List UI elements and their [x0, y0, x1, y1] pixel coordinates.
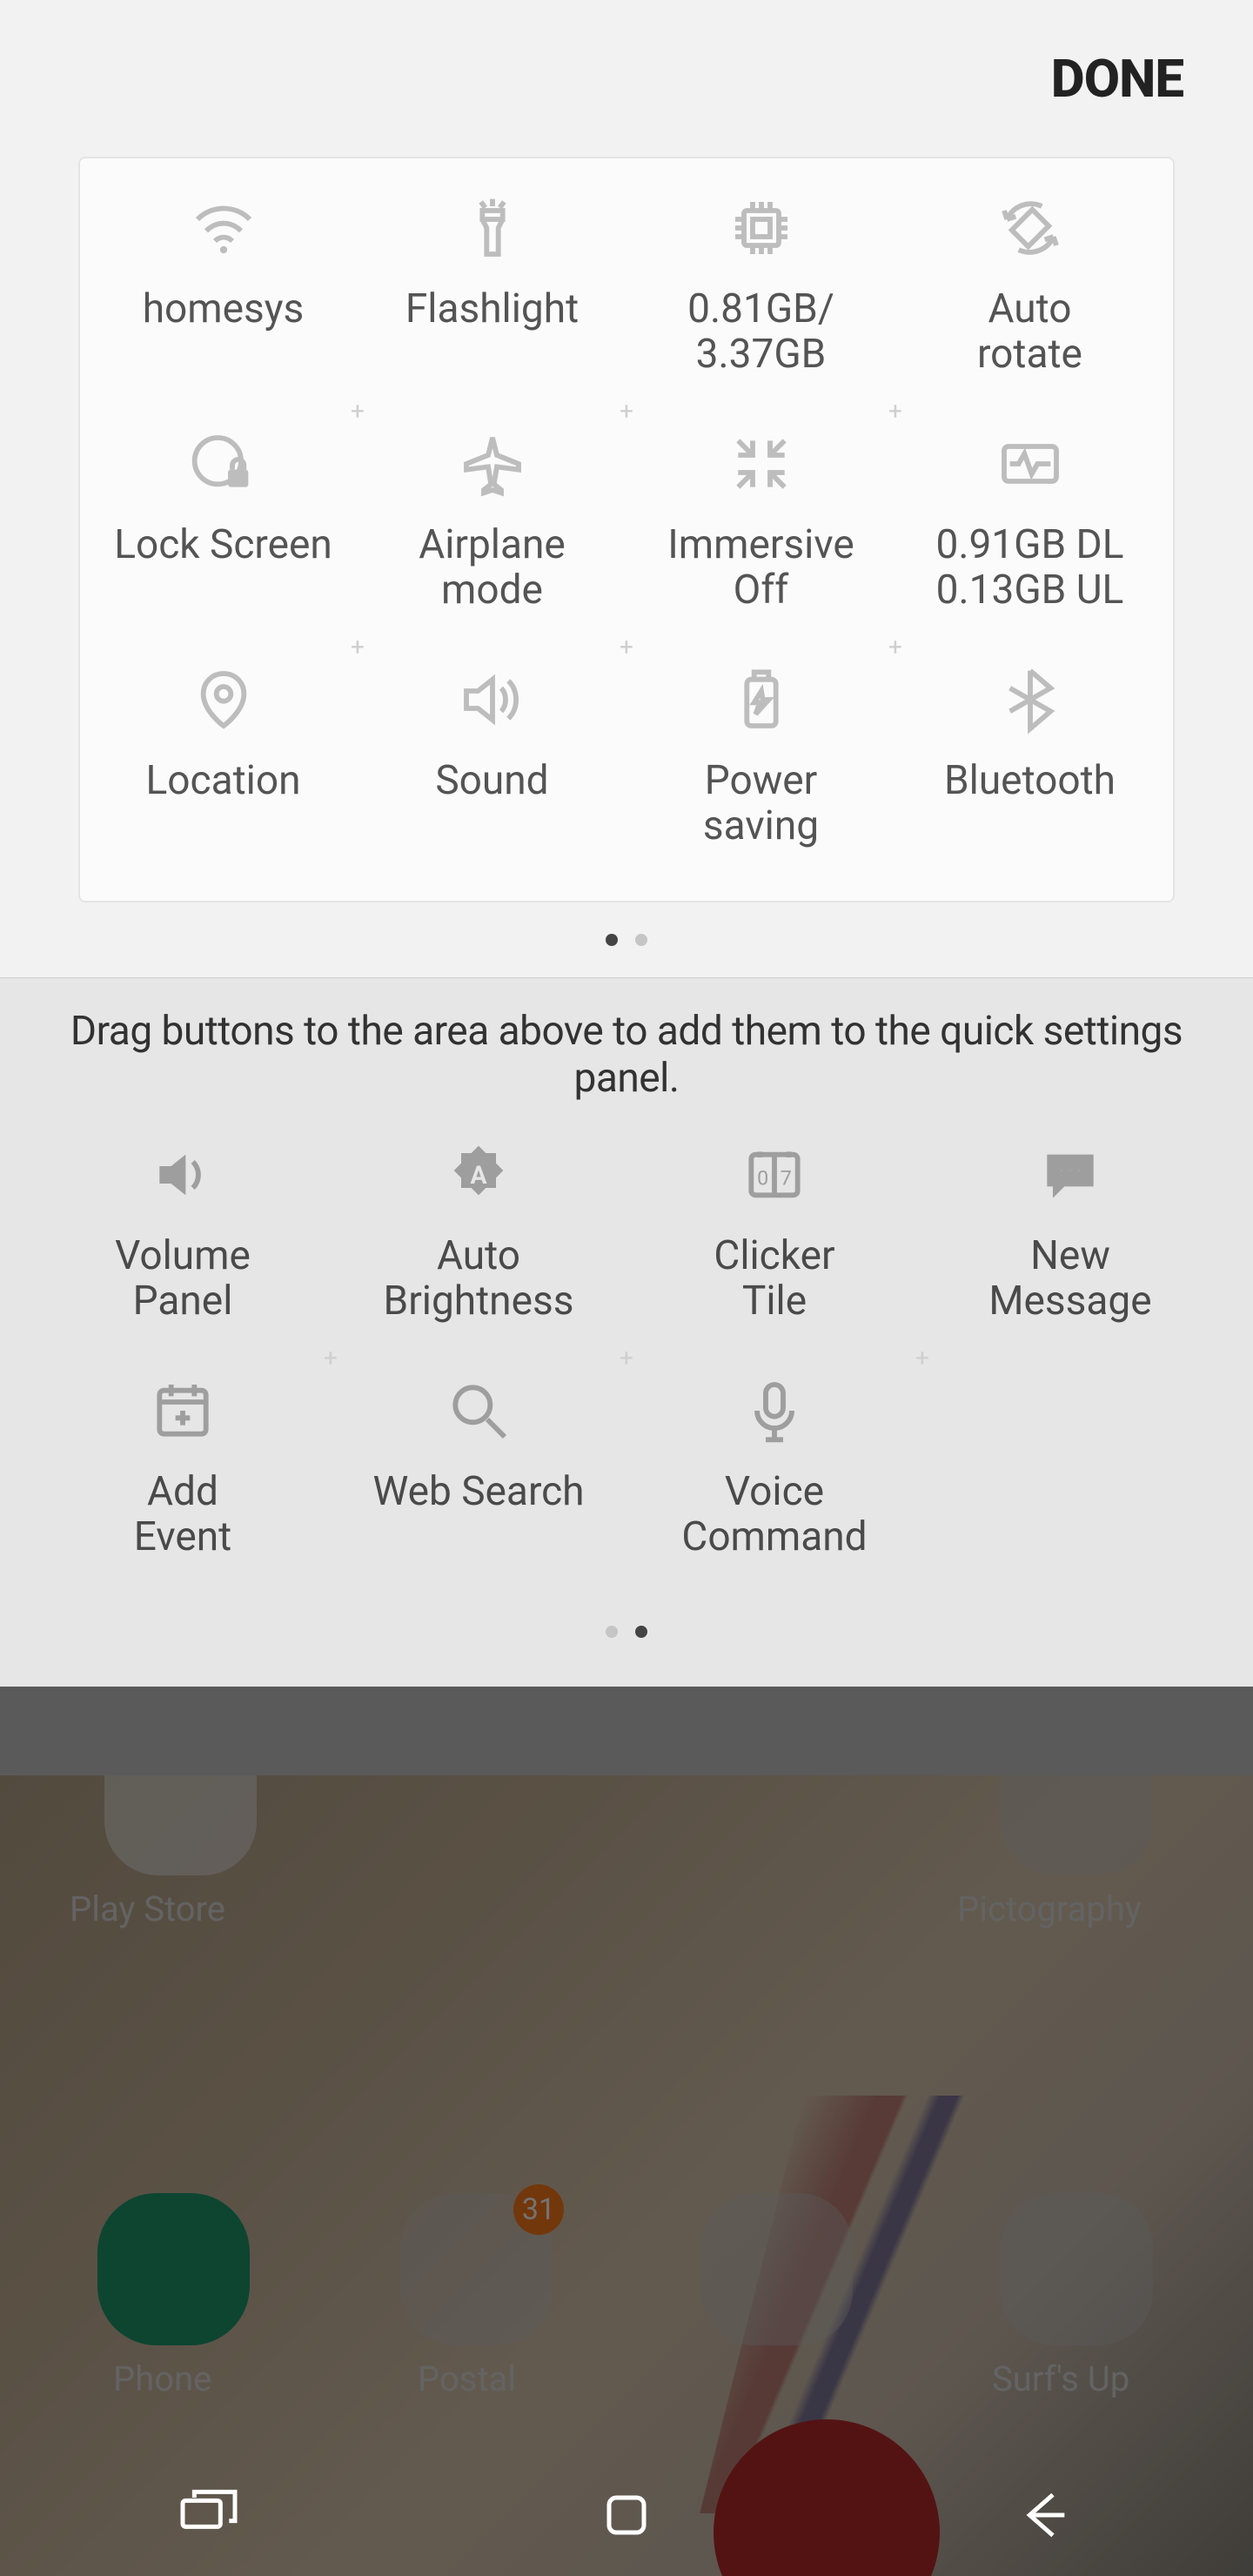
phone-app[interactable] — [97, 2193, 250, 2345]
tile-power[interactable]: Powersaving — [626, 647, 895, 883]
tile-label: Powersaving — [703, 759, 819, 849]
brightness-auto-icon: A — [444, 1140, 513, 1210]
header: DONE — [0, 0, 1253, 157]
tile-label: Autorotate — [977, 287, 1082, 377]
pin-icon — [189, 665, 258, 735]
recents-button[interactable] — [174, 2480, 244, 2550]
tile-label: NewMessage — [988, 1234, 1151, 1324]
tile-label: VoiceCommand — [681, 1470, 867, 1560]
drag-hint: Drag buttons to the area above to add th… — [35, 1008, 1218, 1102]
badge: 31 — [513, 2184, 564, 2235]
message-icon — [1035, 1140, 1105, 1210]
app-label: Phone — [113, 2358, 211, 2399]
folder-misc[interactable] — [700, 2193, 853, 2345]
back-button[interactable] — [1009, 2480, 1079, 2550]
active-pager[interactable] — [0, 902, 1253, 977]
tile-blank — [922, 1358, 1218, 1594]
netmeter-icon — [995, 429, 1065, 499]
calendar-add-icon — [148, 1376, 218, 1446]
tile-rotate[interactable]: Autorotate — [895, 176, 1164, 412]
volume-icon — [148, 1140, 218, 1210]
folder-playstore[interactable] — [104, 1775, 257, 1875]
tile-netusage[interactable]: 0.91GB DL0.13GB UL — [895, 412, 1164, 647]
app-label: Play Store — [70, 1888, 225, 1929]
tile-label: Lock Screen — [114, 523, 332, 568]
tile-label: Sound — [435, 759, 548, 804]
speaker-icon — [458, 665, 527, 735]
tile-label: Web Search — [372, 1470, 584, 1515]
tile-wifi[interactable]: homesys+ — [89, 176, 358, 412]
tile-addevent[interactable]: AddEvent — [35, 1358, 331, 1594]
rotate-icon — [995, 193, 1065, 263]
tile-memory[interactable]: 0.81GB/3.37GB+ — [626, 176, 895, 412]
app-label: Postal — [418, 2358, 516, 2399]
svg-text:A: A — [470, 1161, 486, 1190]
pager-dot[interactable] — [606, 934, 618, 946]
folder-pictography[interactable] — [1001, 1775, 1153, 1875]
bluetooth-icon — [995, 665, 1065, 735]
tile-label: Bluetooth — [944, 759, 1116, 804]
tile-label: homesys — [143, 287, 305, 332]
tile-websearch[interactable]: Web Search — [331, 1358, 626, 1594]
tile-label: ClickerTile — [714, 1234, 834, 1324]
folder-surf[interactable] — [1001, 2193, 1153, 2345]
tile-label: Airplanemode — [419, 523, 566, 613]
tile-volume[interactable]: VolumePanel+ — [35, 1123, 331, 1358]
cpu-icon — [727, 193, 796, 263]
app-label: Surf's Up — [992, 2358, 1129, 2399]
tile-bluetooth[interactable]: Bluetooth — [895, 647, 1164, 883]
wifi-icon — [189, 193, 258, 263]
tile-label: Flashlight — [405, 287, 579, 332]
flashlight-icon — [458, 193, 527, 263]
collapse-icon — [727, 429, 796, 499]
app-label: Pictography — [957, 1888, 1142, 1929]
available-pager[interactable] — [35, 1594, 1218, 1669]
pager-dot[interactable] — [606, 1626, 618, 1638]
tile-label: AutoBrightness — [384, 1234, 574, 1324]
tile-autobri[interactable]: AAutoBrightness+ — [331, 1123, 626, 1358]
navbar — [0, 2454, 1253, 2576]
tile-flashlight[interactable]: Flashlight+ — [358, 176, 626, 412]
search-icon — [444, 1376, 513, 1446]
tile-newmsg[interactable]: NewMessage — [922, 1123, 1218, 1358]
svg-text:7: 7 — [781, 1166, 792, 1191]
available-tiles-zone: Drag buttons to the area above to add th… — [0, 977, 1253, 1687]
tile-label: Location — [146, 759, 301, 804]
tile-location[interactable]: Location — [89, 647, 358, 883]
done-button[interactable]: DONE — [1051, 48, 1183, 110]
active-tiles-zone: homesys+Flashlight+0.81GB/3.37GB+ Autorot… — [0, 157, 1253, 902]
battery-recycle-icon — [727, 665, 796, 735]
tile-airplane[interactable]: Airplanemode+ — [358, 412, 626, 647]
pager-dot[interactable] — [635, 1626, 647, 1638]
tile-lock[interactable]: Lock Screen+ — [89, 412, 358, 647]
lockscreen-icon — [189, 429, 258, 499]
svg-text:0: 0 — [757, 1166, 768, 1191]
tile-sound[interactable]: Sound — [358, 647, 626, 883]
tile-label: 0.81GB/3.37GB — [687, 287, 834, 377]
pager-dot[interactable] — [635, 934, 647, 946]
tile-label: ImmersiveOff — [667, 523, 854, 613]
tile-label: VolumePanel — [115, 1234, 251, 1324]
tile-label: 0.91GB DL0.13GB UL — [935, 523, 1123, 613]
home-button[interactable] — [592, 2480, 661, 2550]
tile-voice[interactable]: VoiceCommand — [626, 1358, 922, 1594]
mic-icon — [740, 1376, 809, 1446]
quick-settings-editor: DONE homesys+Flashlight+0.81GB/3.37GB+ Au… — [0, 0, 1253, 1687]
tile-immersive[interactable]: ImmersiveOff+ — [626, 412, 895, 647]
airplane-icon — [458, 429, 527, 499]
tile-clicker[interactable]: 07ClickerTile+ — [626, 1123, 922, 1358]
counter-icon: 07 — [740, 1140, 809, 1210]
tile-label: AddEvent — [134, 1470, 231, 1560]
